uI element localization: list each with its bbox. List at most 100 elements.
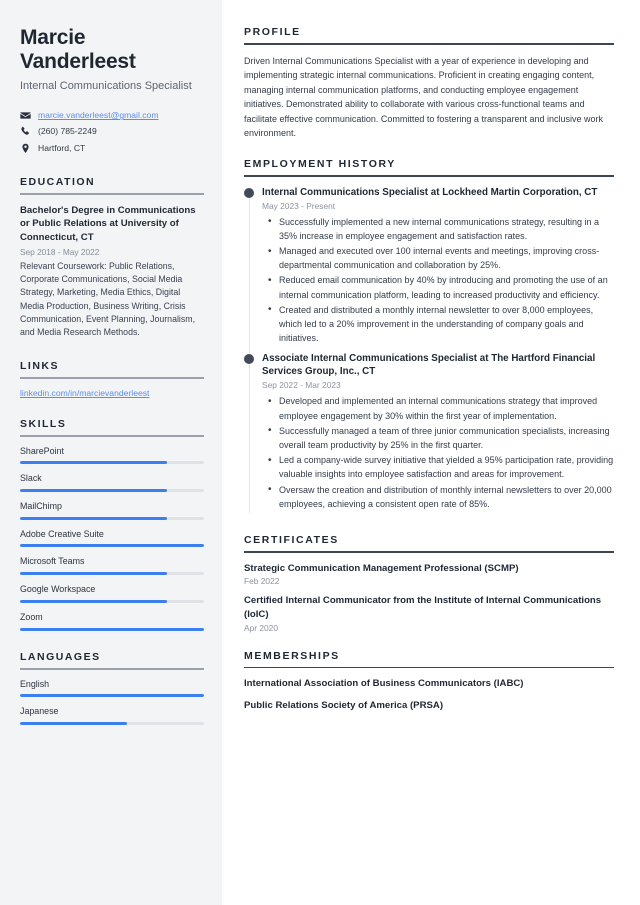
job-bullet-list: Developed and implemented an internal co… (262, 394, 614, 511)
phone-icon (20, 126, 31, 137)
skill-label: Adobe Creative Suite (20, 528, 104, 539)
profile-text: Driven Internal Communications Specialis… (244, 55, 604, 139)
memberships-divider (244, 666, 614, 669)
certificates-heading: CERTIFICATES (244, 534, 339, 547)
job-bullet: Led a company-wide survey initiative tha… (262, 453, 614, 481)
skill-level-fill (20, 516, 168, 520)
sidebar: Marcie Vanderleest Internal Communicatio… (0, 0, 222, 905)
skill-level-fill (20, 544, 204, 548)
contact-email-row[interactable]: marcie.vanderleest@gmail.com (20, 110, 204, 121)
education-section: EDUCATION Bachelor's Degree in Communica… (20, 176, 204, 340)
links-section: LINKS linkedin.com/in/marcievanderleest (20, 360, 204, 398)
linkedin-link[interactable]: linkedin.com/in/marcievanderleest (20, 388, 149, 398)
skill-item: Zoom (20, 612, 204, 631)
job-bullet: Developed and implemented an internal co… (262, 394, 614, 422)
skill-level-fill (20, 599, 168, 603)
job-bullet: Successfully implemented a new internal … (262, 214, 614, 243)
language-label: Japanese (20, 706, 59, 717)
links-divider (20, 376, 204, 379)
job-bullet-list: Successfully implemented a new internal … (262, 214, 614, 346)
employment-heading: EMPLOYMENT HISTORY (244, 158, 396, 171)
education-degree: Bachelor's Degree in Communications or P… (20, 204, 196, 243)
main-content: PROFILE Driven Internal Communications S… (222, 0, 640, 905)
skills-list: SharePoint Slack MailChimp Adobe Creative S… (20, 446, 204, 631)
skill-level-fill (20, 627, 204, 631)
language-level-fill (20, 694, 204, 698)
skills-section: SKILLS SharePoint Slack MailChimp Adobe Cre… (20, 418, 204, 631)
language-label: English (20, 678, 50, 689)
skills-divider (20, 434, 204, 437)
skill-level-track (20, 599, 204, 603)
skill-level-fill (20, 572, 168, 576)
timeline-line (248, 189, 250, 354)
language-level-fill (20, 721, 127, 725)
education-heading: EDUCATION (20, 175, 96, 188)
skill-label: Microsoft Teams (20, 556, 85, 567)
memberships-list: International Association of Business Co… (244, 677, 614, 712)
skill-level-fill (20, 489, 168, 493)
memberships-section: MEMBERSHIPS International Association of… (244, 650, 614, 713)
skill-item: MailChimp (20, 501, 204, 520)
map-pin-icon (20, 143, 31, 154)
certificate-item: Strategic Communication Management Profe… (244, 562, 614, 587)
certificate-item: Certified Internal Communicator from the… (244, 594, 614, 632)
skill-level-track (20, 572, 204, 576)
certificates-list: Strategic Communication Management Profe… (244, 562, 614, 633)
employment-item: Associate Internal Communications Specia… (244, 352, 614, 518)
candidate-name: Marcie Vanderleest (20, 26, 136, 74)
language-item: English (20, 679, 204, 698)
timeline-dot-icon (244, 188, 254, 199)
employment-item: Internal Communications Specialist at Lo… (244, 186, 614, 354)
education-divider (20, 192, 204, 195)
phone-value: (260) 785-2249 (38, 126, 97, 137)
membership-item: International Association of Business Co… (244, 678, 524, 690)
certificates-section: CERTIFICATES Strategic Communication Man… (244, 534, 614, 633)
languages-divider (20, 667, 204, 670)
skill-level-track (20, 544, 204, 548)
skill-level-fill (20, 461, 168, 465)
languages-list: English Japanese (20, 679, 204, 725)
skill-label: SharePoint (20, 445, 64, 456)
skills-heading: SKILLS (20, 417, 67, 430)
education-date: Sep 2018 - May 2022 (20, 246, 100, 257)
languages-section: LANGUAGES English Japanese (20, 651, 204, 725)
skill-label: Slack (20, 473, 42, 484)
skill-label: Google Workspace (20, 584, 96, 595)
employment-timeline: Internal Communications Specialist at Lo… (244, 186, 614, 517)
profile-section: PROFILE Driven Internal Communications S… (244, 26, 614, 141)
membership-item: Public Relations Society of America (PRS… (244, 699, 444, 711)
skill-level-track (20, 627, 204, 631)
job-date: Sep 2022 - Mar 2023 (262, 380, 341, 391)
skill-level-track (20, 461, 204, 465)
skill-label: MailChimp (20, 501, 62, 512)
skill-item: Slack (20, 473, 204, 493)
language-level-track (20, 694, 204, 698)
contact-location-row: Hartford, CT (20, 143, 204, 154)
certificates-divider (244, 551, 614, 553)
job-date: May 2023 - Present (262, 200, 336, 211)
skill-item: Google Workspace (20, 584, 204, 603)
job-bullet: Managed and executed over 100 internal e… (262, 243, 614, 272)
profile-heading: PROFILE (244, 26, 301, 38)
job-bullet: Reduced email communication by 40% by in… (262, 273, 614, 301)
contact-phone-row: (260) 785-2249 (20, 126, 204, 137)
certificate-date: Feb 2022 (244, 576, 280, 587)
job-bullet: Successfully managed a team of three jun… (262, 423, 614, 452)
timeline-line (248, 355, 250, 514)
certificate-date: Apr 2020 (244, 622, 278, 633)
envelope-icon (20, 110, 31, 121)
profile-divider (244, 43, 614, 45)
certificate-title: Strategic Communication Management Profe… (244, 562, 519, 574)
skill-item: SharePoint (20, 446, 204, 465)
education-description: Relevant Coursework: Public Relations, C… (20, 260, 196, 338)
candidate-job-title: Internal Communications Specialist (20, 79, 192, 92)
memberships-heading: MEMBERSHIPS (244, 649, 340, 662)
certificate-title: Certified Internal Communicator from the… (244, 595, 602, 620)
email-link[interactable]: marcie.vanderleest@gmail.com (38, 110, 159, 121)
language-item: Japanese (20, 706, 204, 725)
skill-item: Microsoft Teams (20, 556, 204, 576)
job-title: Associate Internal Communications Specia… (262, 352, 596, 378)
resume-document: Marcie Vanderleest Internal Communicatio… (0, 0, 640, 905)
timeline-dot-icon (244, 354, 254, 365)
job-bullet: Created and distributed a monthly intern… (262, 302, 614, 346)
